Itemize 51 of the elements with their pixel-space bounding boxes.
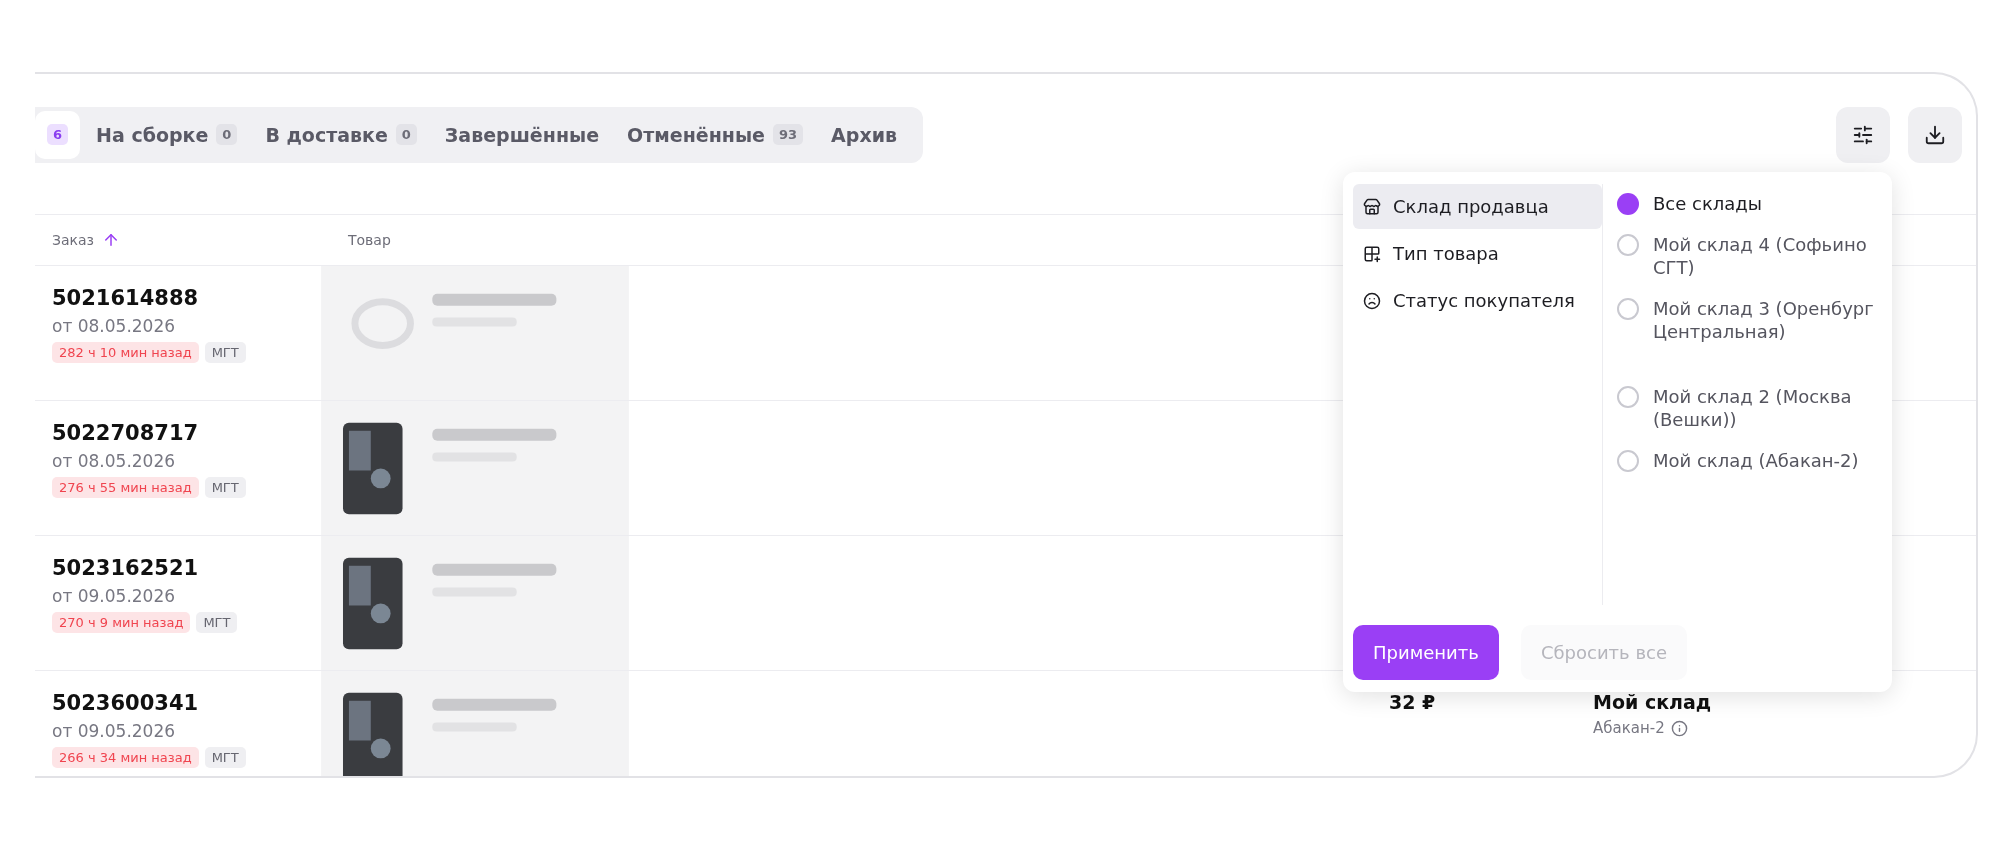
warehouse-city: Абакан-2 bbox=[1593, 719, 1665, 737]
count-badge: 93 bbox=[773, 124, 804, 145]
order-date: от 09.05.2026 bbox=[52, 721, 177, 741]
count-badge: 0 bbox=[395, 124, 417, 145]
overdue-badge: 282 ч 10 мин назад bbox=[52, 342, 199, 363]
download-icon bbox=[1924, 123, 1946, 146]
tab[interactable]: На сборке 0 bbox=[84, 110, 250, 159]
order-date: от 08.05.2026 bbox=[52, 316, 177, 336]
radio-label[interactable]: Мой склад 4 (Софьино СГТ) bbox=[1653, 233, 1882, 279]
radio-button[interactable] bbox=[1617, 234, 1639, 256]
order-number[interactable]: 5023600341 bbox=[52, 691, 303, 715]
sliders-icon bbox=[1852, 123, 1874, 146]
delivery-tag: МГТ bbox=[204, 747, 246, 768]
grid-plus-icon bbox=[1363, 244, 1381, 263]
tab[interactable]: Архив bbox=[819, 110, 909, 159]
overdue-badge: 270 ч 9 мин назад bbox=[52, 612, 191, 633]
download-button[interactable] bbox=[1908, 106, 1962, 163]
column-header[interactable]: Заказ bbox=[52, 232, 95, 248]
count-badge: 0 bbox=[216, 124, 238, 145]
overdue-badge: 266 ч 34 мин назад bbox=[52, 747, 199, 768]
apply-button[interactable]: Применить bbox=[1353, 625, 1499, 680]
filter-button[interactable] bbox=[1836, 106, 1890, 163]
order-date: от 08.05.2026 bbox=[52, 451, 177, 471]
tab[interactable]: Завершённые bbox=[432, 110, 612, 159]
column-header[interactable]: Товар bbox=[348, 232, 391, 248]
radio-label[interactable]: Мой склад 3 (Оренбург Центральная) bbox=[1653, 297, 1882, 343]
tab[interactable]: 6 bbox=[35, 110, 81, 159]
filter-category[interactable]: Склад продавца bbox=[1353, 184, 1602, 229]
radio-label[interactable]: Мой склад (Абакан-2) bbox=[1653, 449, 1859, 472]
order-date: от 09.05.2026 bbox=[52, 586, 177, 606]
radio-button[interactable] bbox=[1617, 193, 1639, 215]
order-number[interactable]: 5022708717 bbox=[52, 421, 303, 445]
order-number[interactable]: 5023162521 bbox=[52, 556, 303, 580]
radio-button[interactable] bbox=[1617, 450, 1639, 472]
radio-button[interactable] bbox=[1617, 298, 1639, 320]
radio-button[interactable] bbox=[1617, 386, 1639, 408]
overdue-badge: 276 ч 55 мин назад bbox=[52, 477, 199, 498]
tab[interactable]: Отменённые 93 bbox=[615, 110, 816, 159]
delivery-tag: МГТ bbox=[204, 342, 246, 363]
price: 32 ₽ bbox=[1389, 691, 1437, 713]
sad-face-icon bbox=[1363, 291, 1381, 310]
radio-label[interactable]: Мой склад 2 (Москва (Вешки)) bbox=[1653, 385, 1882, 431]
warehouse-name: Мой склад bbox=[1593, 691, 1713, 713]
info-icon[interactable] bbox=[1670, 719, 1688, 737]
store-icon bbox=[1363, 197, 1381, 216]
radio-label[interactable]: Все склады bbox=[1653, 192, 1762, 215]
delivery-tag: МГТ bbox=[204, 477, 246, 498]
delivery-tag: МГТ bbox=[196, 612, 238, 633]
count-badge: 6 bbox=[47, 124, 69, 145]
order-number[interactable]: 5021614888 bbox=[52, 286, 303, 310]
tab[interactable]: В доставке 0 bbox=[253, 110, 429, 159]
